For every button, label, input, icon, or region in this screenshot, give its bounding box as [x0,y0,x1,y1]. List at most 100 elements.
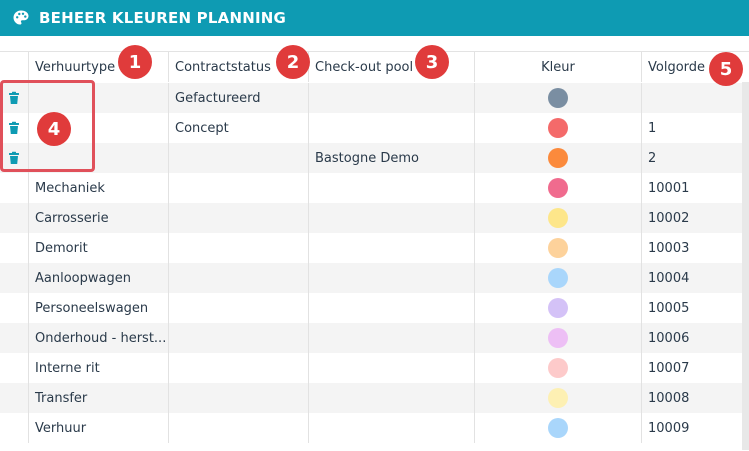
cell-verhuurtype: Demorit [29,233,169,263]
cell-checkout-pool [309,233,475,263]
cell-contractstatus [169,413,309,443]
page-header: BEHEER KLEUREN PLANNING [0,0,749,36]
header-checkout-pool[interactable]: Check-out pool [309,52,475,82]
row-actions [0,323,29,353]
color-swatch[interactable] [548,298,568,318]
cell-volgorde: 10003 [648,240,690,256]
cell-verhuurtype: Aanloopwagen [29,263,169,293]
header-kleur[interactable]: Kleur [475,52,642,82]
vertical-scrollbar[interactable] [742,82,749,450]
cell-volgorde: 2 [648,150,657,166]
cell-kleur [475,233,642,263]
table-row[interactable]: Concept 1 [0,113,742,143]
cell-verhuurtype: Carrosserie [29,203,169,233]
cell-kleur [475,323,642,353]
cell-volgorde [642,83,742,113]
table-row[interactable]: Gefactureerd [0,83,742,113]
row-actions [0,203,29,233]
callout-badge-3: 3 [415,45,449,79]
header-actions [0,52,29,82]
cell-contractstatus [169,203,309,233]
color-swatch[interactable] [548,148,568,168]
cell-kleur [475,113,642,143]
cell-verhuurtype: Verhuur [29,413,169,443]
cell-kleur [475,383,642,413]
callout-badge-4: 4 [37,112,71,146]
table-row[interactable]: Mechaniek 10001 [0,173,742,203]
table-row[interactable]: Aanloopwagen 10004 [0,263,742,293]
color-swatch[interactable] [548,88,568,108]
table-row[interactable]: Onderhoud - herst... 10006 [0,323,742,353]
cell-kleur [475,83,642,113]
callout-badge-2: 2 [276,45,310,79]
cell-verhuurtype: Mechaniek [29,173,169,203]
page-title: BEHEER KLEUREN PLANNING [39,9,286,27]
table-row[interactable]: Personeelswagen 10005 [0,293,742,323]
cell-checkout-pool [309,293,475,323]
cell-checkout-pool [309,413,475,443]
cell-checkout-pool [309,173,475,203]
cell-contractstatus [169,353,309,383]
color-swatch[interactable] [548,238,568,258]
table-header-row: Verhuurtype Contractstatus Check-out poo… [0,52,742,82]
color-swatch[interactable] [548,358,568,378]
cell-checkout-pool: Bastogne Demo [309,143,475,173]
table-row[interactable]: Verhuur 10009 [0,413,742,443]
row-actions [0,173,29,203]
cell-contractstatus: Gefactureerd [169,83,309,113]
palette-icon [12,9,30,27]
cell-volgorde: 10009 [648,420,690,436]
cell-contractstatus [169,263,309,293]
color-swatch[interactable] [548,388,568,408]
row-actions [0,383,29,413]
cell-volgorde: 1 [648,120,657,136]
table-row[interactable]: Carrosserie 10002 [0,203,742,233]
row-actions [0,233,29,263]
callout-badge-5: 5 [709,52,743,86]
cell-volgorde: 10006 [648,330,690,346]
cell-kleur [475,293,642,323]
cell-volgorde: 10005 [648,300,690,316]
cell-volgorde: 10008 [648,390,690,406]
cell-volgorde: 10002 [648,210,690,226]
cell-contractstatus [169,233,309,263]
cell-kleur [475,353,642,383]
color-planning-table: Verhuurtype Contractstatus Check-out poo… [0,51,749,451]
color-swatch[interactable] [548,268,568,288]
cell-kleur [475,263,642,293]
row-actions [0,353,29,383]
cell-volgorde: 10007 [648,360,690,376]
cell-checkout-pool [309,323,475,353]
cell-checkout-pool [309,353,475,383]
cell-contractstatus [169,293,309,323]
cell-kleur [475,143,642,173]
cell-checkout-pool [309,83,475,113]
cell-verhuurtype: Personeelswagen [29,293,169,323]
color-swatch[interactable] [548,418,568,438]
color-swatch[interactable] [548,178,568,198]
cell-contractstatus [169,383,309,413]
cell-checkout-pool [309,203,475,233]
table-row[interactable]: Bastogne Demo 2 [0,143,742,173]
callout-badge-1: 1 [118,45,152,79]
table-row[interactable]: Interne rit 10007 [0,353,742,383]
cell-checkout-pool [309,263,475,293]
cell-kleur [475,203,642,233]
cell-checkout-pool [309,383,475,413]
cell-contractstatus: Concept [169,113,309,143]
color-swatch[interactable] [548,328,568,348]
row-actions [0,293,29,323]
cell-verhuurtype: Onderhoud - herst... [29,323,169,353]
cell-contractstatus [169,173,309,203]
row-actions [0,263,29,293]
cell-verhuurtype: Interne rit [29,353,169,383]
cell-volgorde: 10004 [648,270,690,286]
color-swatch[interactable] [548,118,568,138]
cell-contractstatus [169,143,309,173]
cell-kleur [475,173,642,203]
table-row[interactable]: Demorit 10003 [0,233,742,263]
color-swatch[interactable] [548,208,568,228]
row-actions [0,413,29,443]
cell-kleur [475,413,642,443]
table-row[interactable]: Transfer 10008 [0,383,742,413]
